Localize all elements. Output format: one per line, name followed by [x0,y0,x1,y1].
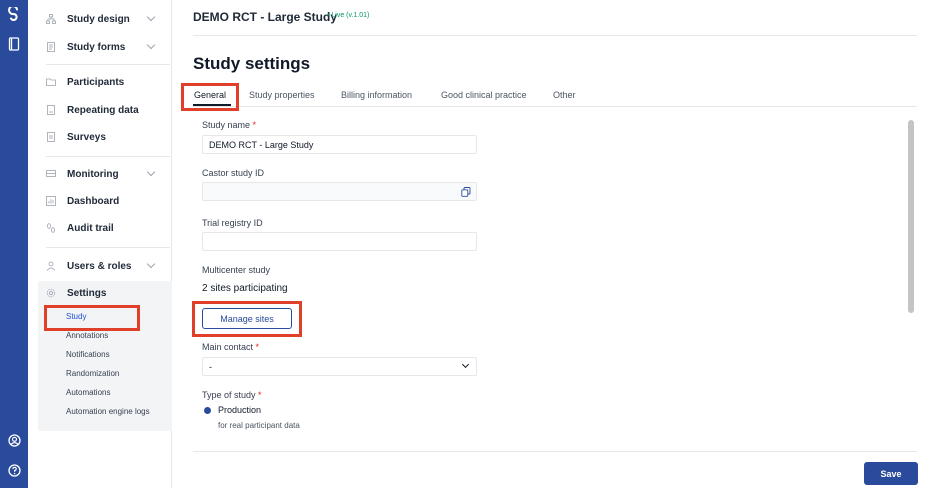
sidebar-item-users-roles[interactable]: Users & roles [46,256,162,276]
study-title: DEMO RCT - Large Study [193,10,338,24]
sidebar-item-label: Dashboard [67,195,120,207]
survey-icon [46,132,56,142]
sidebar-item-label: Study forms [67,41,126,53]
sidebar-item-label: Participants [67,76,125,88]
general-settings-form: Study name * DEMO RCT - Large Study Cast… [193,108,917,433]
sidebar-item-repeating-data[interactable]: Repeating data [46,100,162,120]
chart-icon [46,196,56,206]
sites-participating-text: 2 sites participating [202,283,288,294]
sidebar-item-label: Users & roles [67,260,132,272]
trial-registry-id-label: Trial registry ID [202,218,263,228]
tab-billing-information[interactable]: Billing information [341,90,412,100]
required-mark: * [258,390,262,400]
sidebar-item-label: Audit trail [67,222,114,234]
sidebar-item-settings[interactable]: Settings [46,283,162,303]
sidebar-item-monitoring[interactable]: Monitoring [46,164,162,184]
header-divider [193,35,917,36]
castor-study-id-label: Castor study ID [202,168,265,178]
main-contact-label: Main contact * [202,342,260,352]
study-name-input[interactable]: DEMO RCT - Large Study [202,135,477,154]
multicenter-study-label: Multicenter study [202,265,271,275]
sidebar-item-participants[interactable]: Participants [46,72,162,92]
sidebar-divider [46,247,170,248]
required-mark: * [252,120,257,130]
type-of-study-label: Type of study * [202,390,262,400]
sidebar-item-dashboard[interactable]: Dashboard [46,191,162,211]
chevron-down-icon [146,259,156,269]
form-scrollbar-thumb[interactable] [908,120,914,313]
sidebar-item-label: Surveys [67,131,106,143]
chevron-down-icon [461,360,470,369]
tab-good-clinical-practice[interactable]: Good clinical practice [441,90,527,100]
folder-icon [46,77,56,87]
page-title: Study settings [193,54,311,73]
sidebar-item-surveys[interactable]: Surveys [46,127,162,147]
tab-study-properties[interactable]: Study properties [249,90,315,100]
user-account-icon[interactable] [6,432,22,448]
sidebar-item-audit-trail[interactable]: Audit trail [46,218,162,238]
form-icon [46,42,56,52]
sidebar-divider [46,156,170,157]
sidebar-item-study-forms[interactable]: Study forms [46,37,162,57]
required-mark: * [255,342,260,352]
monitor-icon [46,169,56,179]
sidebar-subitem-automation-engine-logs[interactable]: Automation engine logs [66,404,150,418]
trial-registry-id-input[interactable] [202,232,477,251]
tabs-divider [193,106,917,107]
document-icon [46,105,56,115]
copy-icon[interactable] [461,187,471,197]
sidebar-item-label: Repeating data [67,104,139,116]
sidebar-subitem-randomization[interactable]: Randomization [66,366,119,380]
sidebar-subitem-automations[interactable]: Automations [66,385,110,399]
castor-study-id-input[interactable] [202,182,477,201]
sidebar-item-label: Settings [67,287,107,299]
help-icon[interactable] [6,462,22,478]
sidebar: Study design Study forms Participants Re… [28,0,172,488]
org-chart-icon [46,14,56,24]
castor-logo-icon[interactable] [6,6,22,22]
user-icon [46,261,56,271]
footer-divider [193,451,917,452]
save-button[interactable]: Save [864,462,918,485]
production-radio[interactable] [204,407,211,414]
production-radio-label: Production [218,405,262,415]
chevron-down-icon [146,12,156,22]
sidebar-item-label: Study design [67,13,130,25]
status-badge: • Live (v.1.01) [327,12,370,19]
sidebar-subitem-notifications[interactable]: Notifications [66,347,110,361]
chevron-down-icon [146,40,156,50]
study-name-label: Study name * [202,120,257,130]
main-contact-select[interactable]: - [202,357,477,376]
highlight-manage-sites [192,301,302,337]
gear-icon [46,288,56,298]
sidebar-divider [46,64,170,65]
chevron-down-icon [146,167,156,177]
footsteps-icon [46,223,56,233]
book-icon[interactable] [6,36,22,52]
highlight-general-tab [181,83,239,111]
highlight-study-subitem [44,305,140,331]
app-rail [0,0,28,488]
sidebar-item-study-design[interactable]: Study design [46,9,162,29]
sidebar-item-label: Monitoring [67,168,119,180]
tab-other[interactable]: Other [553,90,576,100]
production-description: for real participant data [218,421,300,430]
